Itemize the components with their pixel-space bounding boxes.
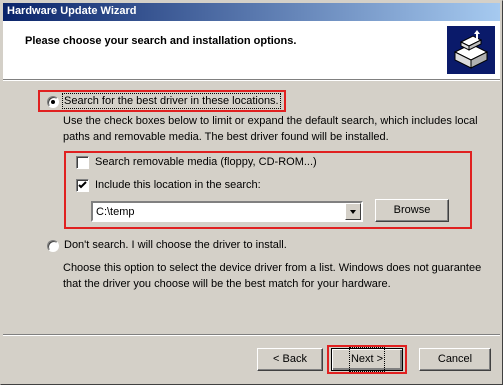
search-best-driver-label[interactable]: Search for the best driver in these loca… <box>62 93 281 109</box>
wizard-header: Please choose your search and installati… <box>3 21 500 79</box>
radio-selected-dot <box>51 100 55 104</box>
chevron-down-icon <box>350 210 356 214</box>
window-title: Hardware Update Wizard <box>7 5 137 17</box>
hardware-wizard-icon <box>447 26 495 74</box>
checkmark-icon <box>78 181 87 189</box>
include-location-label[interactable]: Include this location in the search: <box>95 179 261 191</box>
title-bar[interactable]: Hardware Update Wizard <box>3 3 500 21</box>
dont-search-radio[interactable] <box>47 240 59 252</box>
next-button[interactable]: Next > <box>331 347 403 372</box>
location-value[interactable]: C:\temp <box>96 206 135 218</box>
back-button-label: < Back <box>273 353 307 365</box>
removable-media-checkbox[interactable] <box>76 156 89 169</box>
location-combobox[interactable]: C:\temp <box>91 201 363 222</box>
removable-media-label[interactable]: Search removable media (floppy, CD-ROM..… <box>95 156 317 168</box>
combobox-dropdown-button[interactable] <box>345 203 361 220</box>
dont-search-description: Choose this option to select the device … <box>63 262 482 290</box>
header-separator <box>3 79 500 81</box>
cancel-button[interactable]: Cancel <box>419 348 491 371</box>
browse-button[interactable]: Browse <box>375 199 449 222</box>
search-description: Use the check boxes below to limit or ex… <box>63 115 478 143</box>
back-button[interactable]: < Back <box>257 348 323 371</box>
search-best-driver-radio[interactable] <box>47 96 59 108</box>
hardware-update-wizard-window: Hardware Update Wizard Please choose you… <box>0 0 503 385</box>
page-heading: Please choose your search and installati… <box>25 35 297 47</box>
footer-separator <box>3 334 500 336</box>
cancel-button-label: Cancel <box>437 353 473 365</box>
next-button-label: Next > <box>348 347 386 372</box>
dont-search-label[interactable]: Don't search. I will choose the driver t… <box>64 239 287 251</box>
browse-button-label: Browse <box>393 204 431 216</box>
include-location-checkbox[interactable] <box>76 179 89 192</box>
